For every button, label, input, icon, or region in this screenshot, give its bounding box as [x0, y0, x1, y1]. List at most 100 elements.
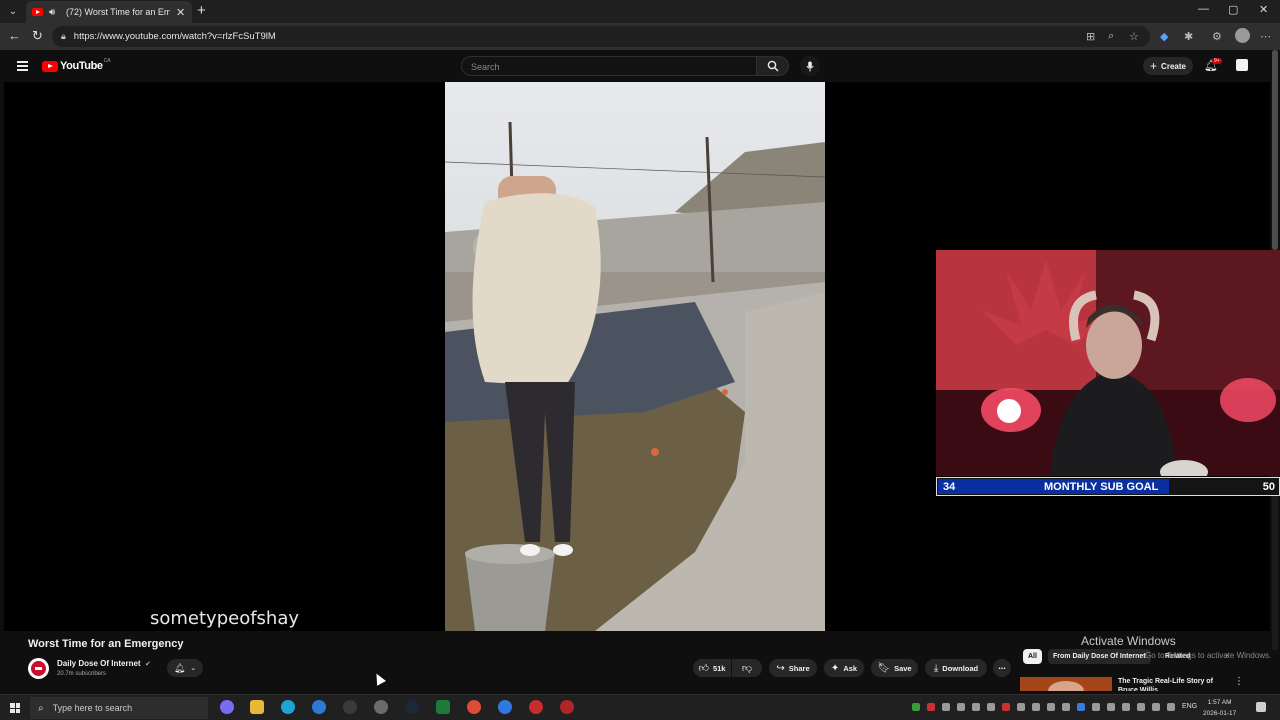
webcam-overlay: [936, 250, 1280, 476]
tray-icon-6[interactable]: [987, 703, 995, 711]
tray-icon-11[interactable]: [1062, 703, 1070, 711]
share-label: Share: [788, 663, 810, 673]
search-input[interactable]: [462, 58, 742, 76]
region-code: CA: [103, 58, 111, 64]
app-icon-1[interactable]: [312, 700, 326, 714]
ask-label: Ask: [843, 663, 858, 673]
new-tab-button[interactable]: +: [197, 2, 206, 19]
volume-icon[interactable]: [1167, 703, 1175, 711]
subscription-notifications-button[interactable]: 🔔︎ ⌄: [167, 659, 203, 677]
windows-taskbar: ⌕ Type here to search ENG 1:57 AM 2026-0…: [0, 694, 1280, 720]
app-icon-6[interactable]: [560, 700, 574, 714]
chrome-icon[interactable]: [467, 700, 481, 714]
minimize-window-icon[interactable]: —: [1198, 3, 1209, 15]
channel-avatar[interactable]: [28, 658, 49, 679]
scrollbar-thumb[interactable]: [1272, 50, 1278, 250]
tray-icon-5[interactable]: [972, 703, 980, 711]
hamburger-menu-icon[interactable]: [17, 61, 28, 73]
tray-icon-1[interactable]: [912, 703, 920, 711]
profile-avatar[interactable]: [1235, 28, 1250, 43]
youtube-logo[interactable]: YouTube CA: [42, 58, 111, 72]
extension-icon[interactable]: ◆: [1160, 30, 1168, 43]
create-label: Create: [1161, 61, 1186, 71]
more-actions-button[interactable]: ⋯: [993, 659, 1011, 677]
app-icon-5[interactable]: [529, 700, 543, 714]
activate-windows-title: Activate Windows: [1081, 634, 1176, 648]
favorite-star-icon[interactable]: ☆: [1129, 30, 1139, 43]
steam-icon[interactable]: [405, 700, 419, 714]
account-avatar[interactable]: [1236, 59, 1248, 71]
like-button[interactable]: 👍︎ 51k: [693, 659, 731, 677]
sub-goal-bar: 34 MONTHLY SUB GOAL 50: [936, 477, 1280, 496]
notification-center-icon[interactable]: [1256, 702, 1266, 712]
input-language[interactable]: ENG: [1182, 703, 1197, 710]
voice-search-button[interactable]: [800, 56, 820, 76]
settings-gear-icon[interactable]: ⚙: [1212, 30, 1222, 43]
tray-icon-13[interactable]: [1092, 703, 1100, 711]
app-icon-2[interactable]: [343, 700, 357, 714]
sub-goal-current: 34: [943, 480, 956, 493]
edge-browser-icon[interactable]: [281, 700, 295, 714]
url-field[interactable]: 🔒︎ https://www.youtube.com/watch?v=rlzFc…: [52, 26, 1150, 47]
site-info-icon[interactable]: 🔒︎: [61, 31, 66, 42]
share-arrow-icon: ↪: [776, 662, 785, 674]
speaker-icon[interactable]: 🔊︎: [49, 7, 61, 18]
tray-icon-3[interactable]: [942, 703, 950, 711]
close-window-icon[interactable]: ✕: [1259, 3, 1268, 16]
channel-name[interactable]: Daily Dose Of Internet: [57, 659, 141, 668]
dislike-button[interactable]: 👎︎: [732, 659, 762, 677]
tray-icon-7[interactable]: [1002, 703, 1010, 711]
settings-app-icon[interactable]: [374, 700, 388, 714]
tray-icon-10[interactable]: [1047, 703, 1055, 711]
back-icon[interactable]: ←: [8, 28, 21, 43]
file-explorer-icon[interactable]: [250, 700, 264, 714]
battery-icon[interactable]: [1152, 703, 1160, 711]
chip-from-channel[interactable]: From Daily Dose Of Internet: [1048, 649, 1151, 664]
sub-goal-label: MONTHLY SUB GOAL: [1044, 480, 1159, 493]
chip-all[interactable]: All: [1023, 649, 1042, 664]
tray-icon-15[interactable]: [1122, 703, 1130, 711]
recommended-video-title[interactable]: The Tragic Real-Life Story of Bruce Will…: [1118, 677, 1223, 691]
recommended-more-icon[interactable]: ⋮: [1234, 676, 1244, 687]
app-icon-4[interactable]: [498, 700, 512, 714]
youtube-wordmark: YouTube: [60, 60, 103, 72]
tray-icon-12[interactable]: [1077, 703, 1085, 711]
search-button[interactable]: [757, 56, 789, 76]
video-frame[interactable]: [445, 82, 825, 631]
network-icon[interactable]: [1137, 703, 1145, 711]
webcam-image: [936, 250, 1280, 476]
copilot-icon[interactable]: [220, 700, 234, 714]
app-available-icon[interactable]: ⊞: [1086, 30, 1095, 43]
windows-start-icon[interactable]: [10, 703, 20, 713]
thumbs-up-icon: 👍︎: [698, 663, 709, 674]
tray-icon-2[interactable]: [927, 703, 935, 711]
create-button[interactable]: + Create: [1143, 57, 1193, 75]
maximize-window-icon[interactable]: ▢: [1228, 3, 1238, 16]
taskbar-clock[interactable]: 1:57 AM 2026-01-17: [1203, 697, 1236, 719]
tray-icon-4[interactable]: [957, 703, 965, 711]
browser-menu-icon[interactable]: ⋯: [1260, 30, 1271, 43]
tray-icon-9[interactable]: [1032, 703, 1040, 711]
save-button[interactable]: 🔖︎ Save: [871, 659, 918, 677]
taskbar-search-box[interactable]: ⌕ Type here to search: [30, 697, 208, 719]
like-count: 51k: [712, 663, 726, 673]
recommended-video-thumbnail[interactable]: [1020, 677, 1112, 691]
refresh-icon[interactable]: ↻: [32, 28, 43, 44]
browser-tab-youtube[interactable]: 🔊︎ (72) Worst Time for an Emer ✕: [26, 1, 192, 23]
taskbar-search-placeholder: Type here to search: [52, 703, 133, 713]
tab-actions-menu-icon[interactable]: ⌄: [4, 3, 22, 20]
clock-date: 2026-01-17: [1203, 710, 1237, 717]
share-button[interactable]: ↪ Share: [769, 659, 817, 677]
app-icon-3[interactable]: [436, 700, 450, 714]
tray-icon-14[interactable]: [1107, 703, 1115, 711]
zoom-icon[interactable]: ⌕: [1108, 30, 1114, 43]
notification-badge: 9+: [1212, 58, 1222, 64]
clock-time: 1:57 AM: [1207, 699, 1232, 706]
close-tab-icon[interactable]: ✕: [176, 6, 185, 19]
download-button[interactable]: ⤓ Download: [925, 659, 987, 677]
ask-button[interactable]: ✦ Ask: [824, 659, 864, 677]
sparkle-icon: ✦: [830, 662, 840, 674]
tray-icon-8[interactable]: [1017, 703, 1025, 711]
extensions-puzzle-icon[interactable]: ✱: [1184, 30, 1193, 43]
mouse-cursor-icon: [372, 671, 386, 686]
